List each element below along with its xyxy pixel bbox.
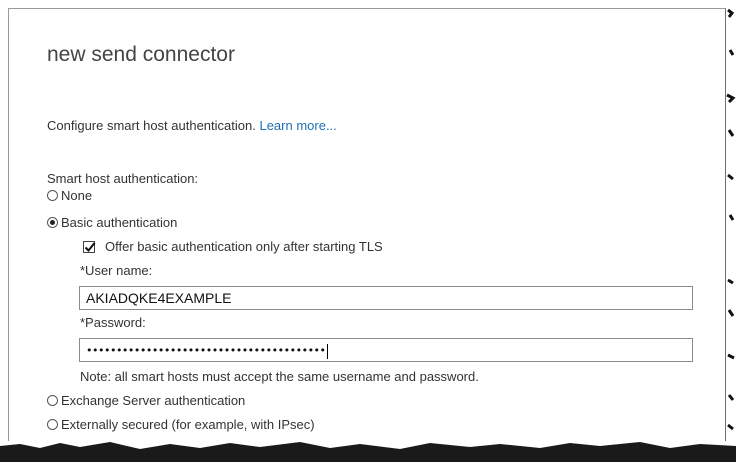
dialog-title: new send connector <box>47 43 235 66</box>
radio-basic-auth-label: Basic authentication <box>61 215 178 230</box>
text-caret <box>326 343 328 359</box>
tls-checkbox[interactable] <box>83 240 96 253</box>
radio-none-label: None <box>61 188 93 203</box>
radio-externally-secured-label: Externally secured (for example, with IP… <box>61 417 315 432</box>
username-value: AKIADQKE4EXAMPLE <box>86 290 232 306</box>
username-label: *User name: <box>80 263 153 278</box>
checkmark-icon <box>84 241 96 252</box>
smart-host-auth-label: Smart host authentication: <box>47 171 199 186</box>
password-note: Note: all smart hosts must accept the sa… <box>80 369 479 384</box>
radio-basic-auth[interactable]: Basic authentication <box>47 215 177 230</box>
radio-basic-auth-indicator[interactable] <box>47 217 58 228</box>
radio-none-indicator[interactable] <box>47 190 58 201</box>
tls-checkbox-label: Offer basic authentication only after st… <box>105 239 383 254</box>
radio-exchange-auth[interactable]: Exchange Server authentication <box>47 393 245 408</box>
radio-externally-secured[interactable]: Externally secured (for example, with IP… <box>47 417 315 432</box>
password-value: •••••••••••••••••••••••••••••••••••••••• <box>86 344 326 357</box>
scan-edge-decoration <box>726 8 736 431</box>
password-input[interactable]: •••••••••••••••••••••••••••••••••••••••• <box>79 338 693 362</box>
send-connector-dialog: new send connector Configure smart host … <box>8 8 726 441</box>
radio-none[interactable]: None <box>47 188 92 203</box>
intro-label: Configure smart host authentication. <box>47 118 256 133</box>
intro-text: Configure smart host authentication. Lea… <box>47 118 337 133</box>
username-input[interactable]: AKIADQKE4EXAMPLE <box>79 286 693 310</box>
torn-edge-decoration <box>0 442 736 462</box>
radio-externally-secured-indicator[interactable] <box>47 419 58 430</box>
password-label: *Password: <box>80 315 146 330</box>
radio-exchange-auth-indicator[interactable] <box>47 395 58 406</box>
tls-checkbox-row[interactable]: Offer basic authentication only after st… <box>83 239 383 254</box>
learn-more-link[interactable]: Learn more... <box>259 118 336 133</box>
radio-exchange-auth-label: Exchange Server authentication <box>61 393 246 408</box>
